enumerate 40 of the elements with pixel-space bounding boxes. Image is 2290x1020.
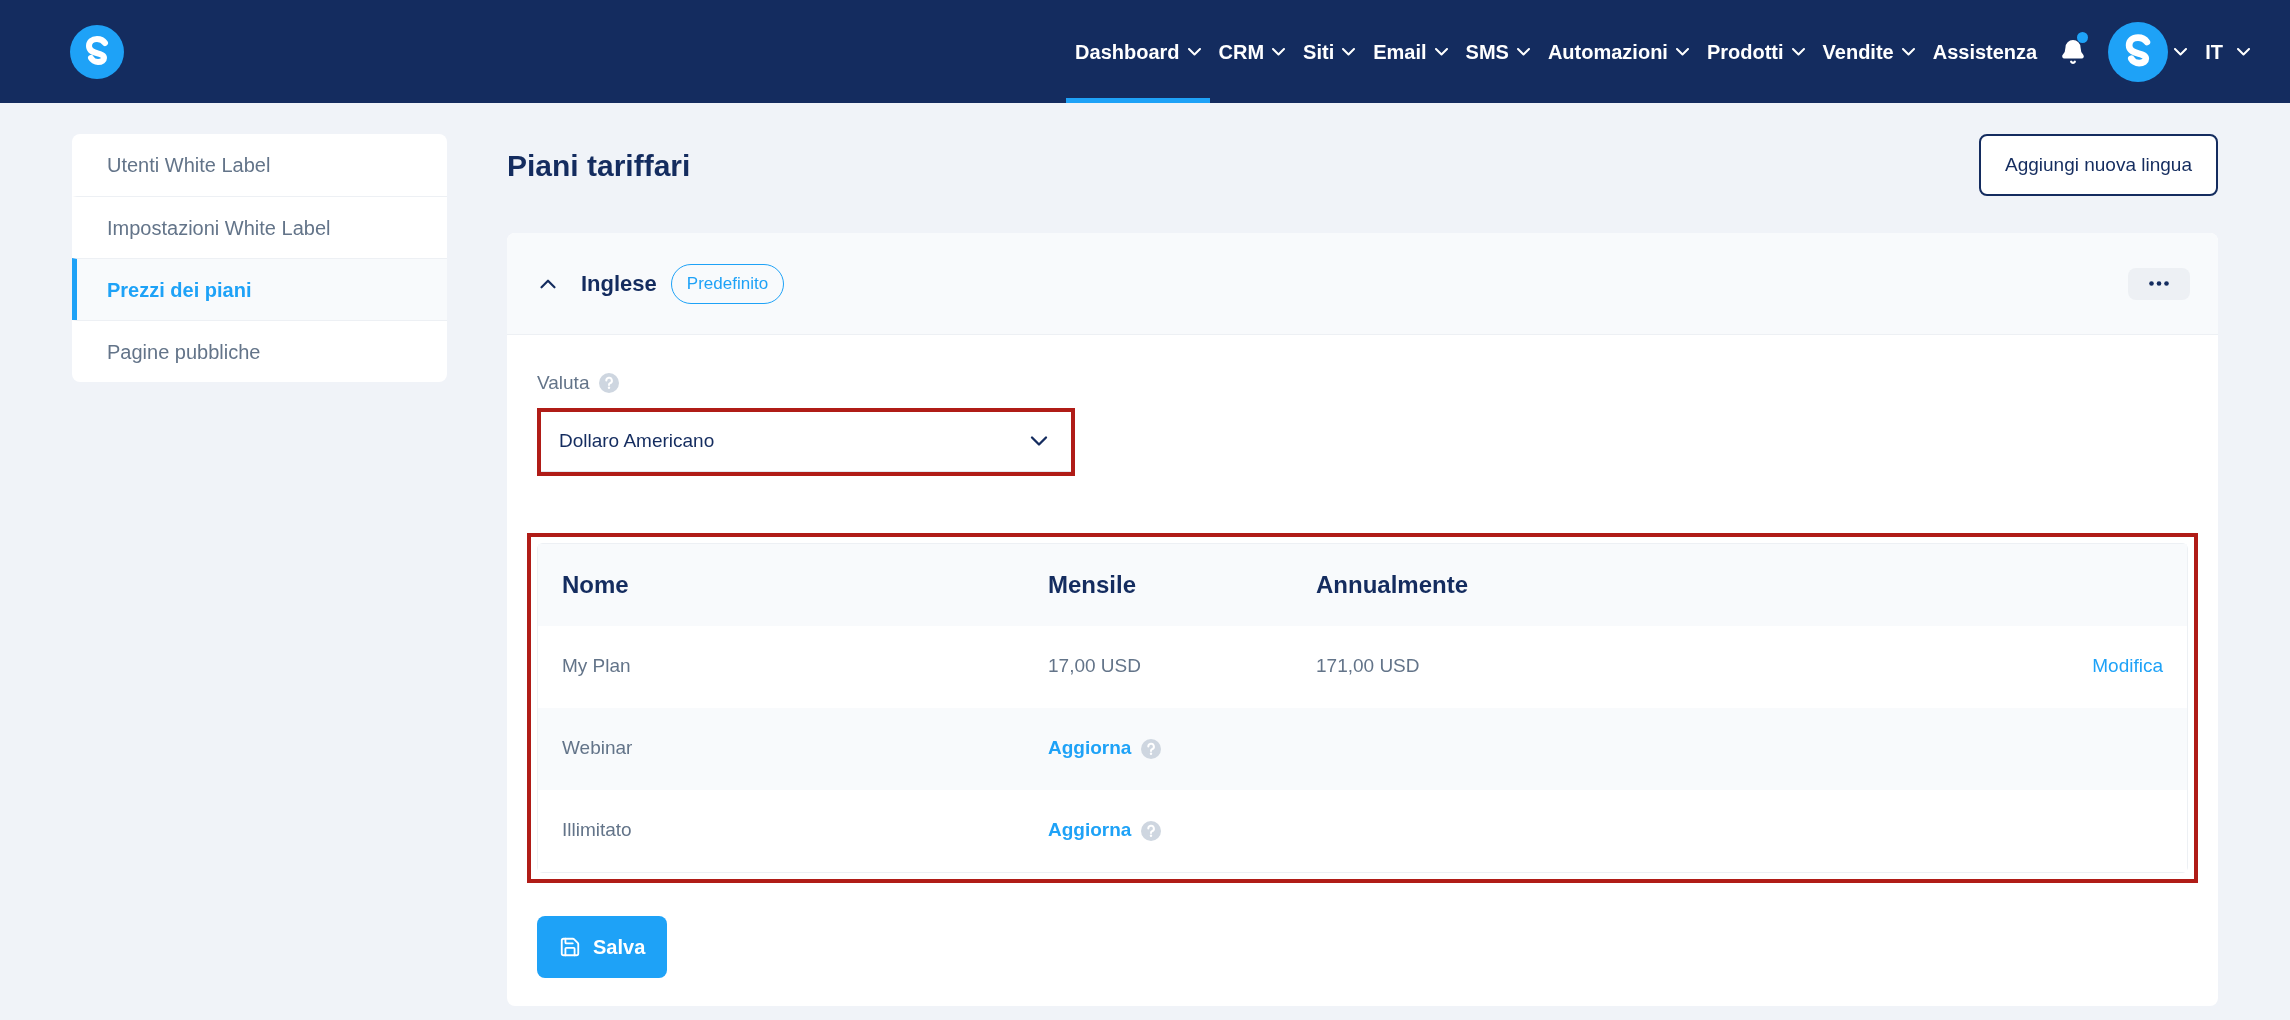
nav-tab[interactable]: CRM [1209,0,1295,103]
plan-name: My Plan [562,655,631,677]
page-title: Piani tariffari [507,147,691,184]
caret-icon [2237,47,2250,56]
nav-tab[interactable]: SMS [1456,0,1539,103]
logo-icon[interactable] [2108,21,2169,82]
caret-icon [1272,47,1286,56]
language-name: Inglese [581,270,657,298]
nav-tab[interactable]: Dashboard [1066,0,1210,103]
sidebar-item[interactable]: Pagine pubbliche [72,320,447,382]
price-text: 171,00 USD [1316,655,1420,677]
column-header: Nome [561,569,630,600]
plan-name: Illimitato [562,819,632,841]
sidebar-item[interactable]: Utenti White Label [72,134,447,196]
price-text: 17,00 USD [1048,655,1141,677]
caret-icon [1791,47,1805,56]
caret-icon [1516,47,1530,56]
currency-label: Valuta [537,371,590,395]
nav-tab[interactable]: Automazioni [1538,0,1698,103]
plan-name: Webinar [562,737,633,759]
nav-tab[interactable]: Prodotti [1697,0,1814,103]
column-header: Annualmente [1316,569,1469,600]
language-selector[interactable]: IT [2195,0,2260,103]
caret-icon [1187,47,1201,56]
column-header: Mensile [1048,569,1138,600]
caret-icon [1901,47,1915,56]
caret-icon [1342,47,1356,56]
add-language-button[interactable]: Aggiungi nuova lingua [1979,134,2218,196]
save-icon [559,935,581,958]
nav-tab[interactable]: Assistenza [1923,0,2047,103]
more-icon [2149,281,2169,286]
more-button[interactable] [2128,267,2190,300]
logo-icon[interactable] [70,24,124,79]
nav-tab[interactable]: Vendite [1813,0,1924,103]
caret-icon [1434,47,1448,56]
caret-icon [1675,47,1689,56]
nav-tab[interactable]: Email [1364,0,1457,103]
bell-icon[interactable] [2060,38,2087,65]
nav-tab[interactable]: Siti [1294,0,1365,103]
caret-icon[interactable] [2174,47,2188,56]
